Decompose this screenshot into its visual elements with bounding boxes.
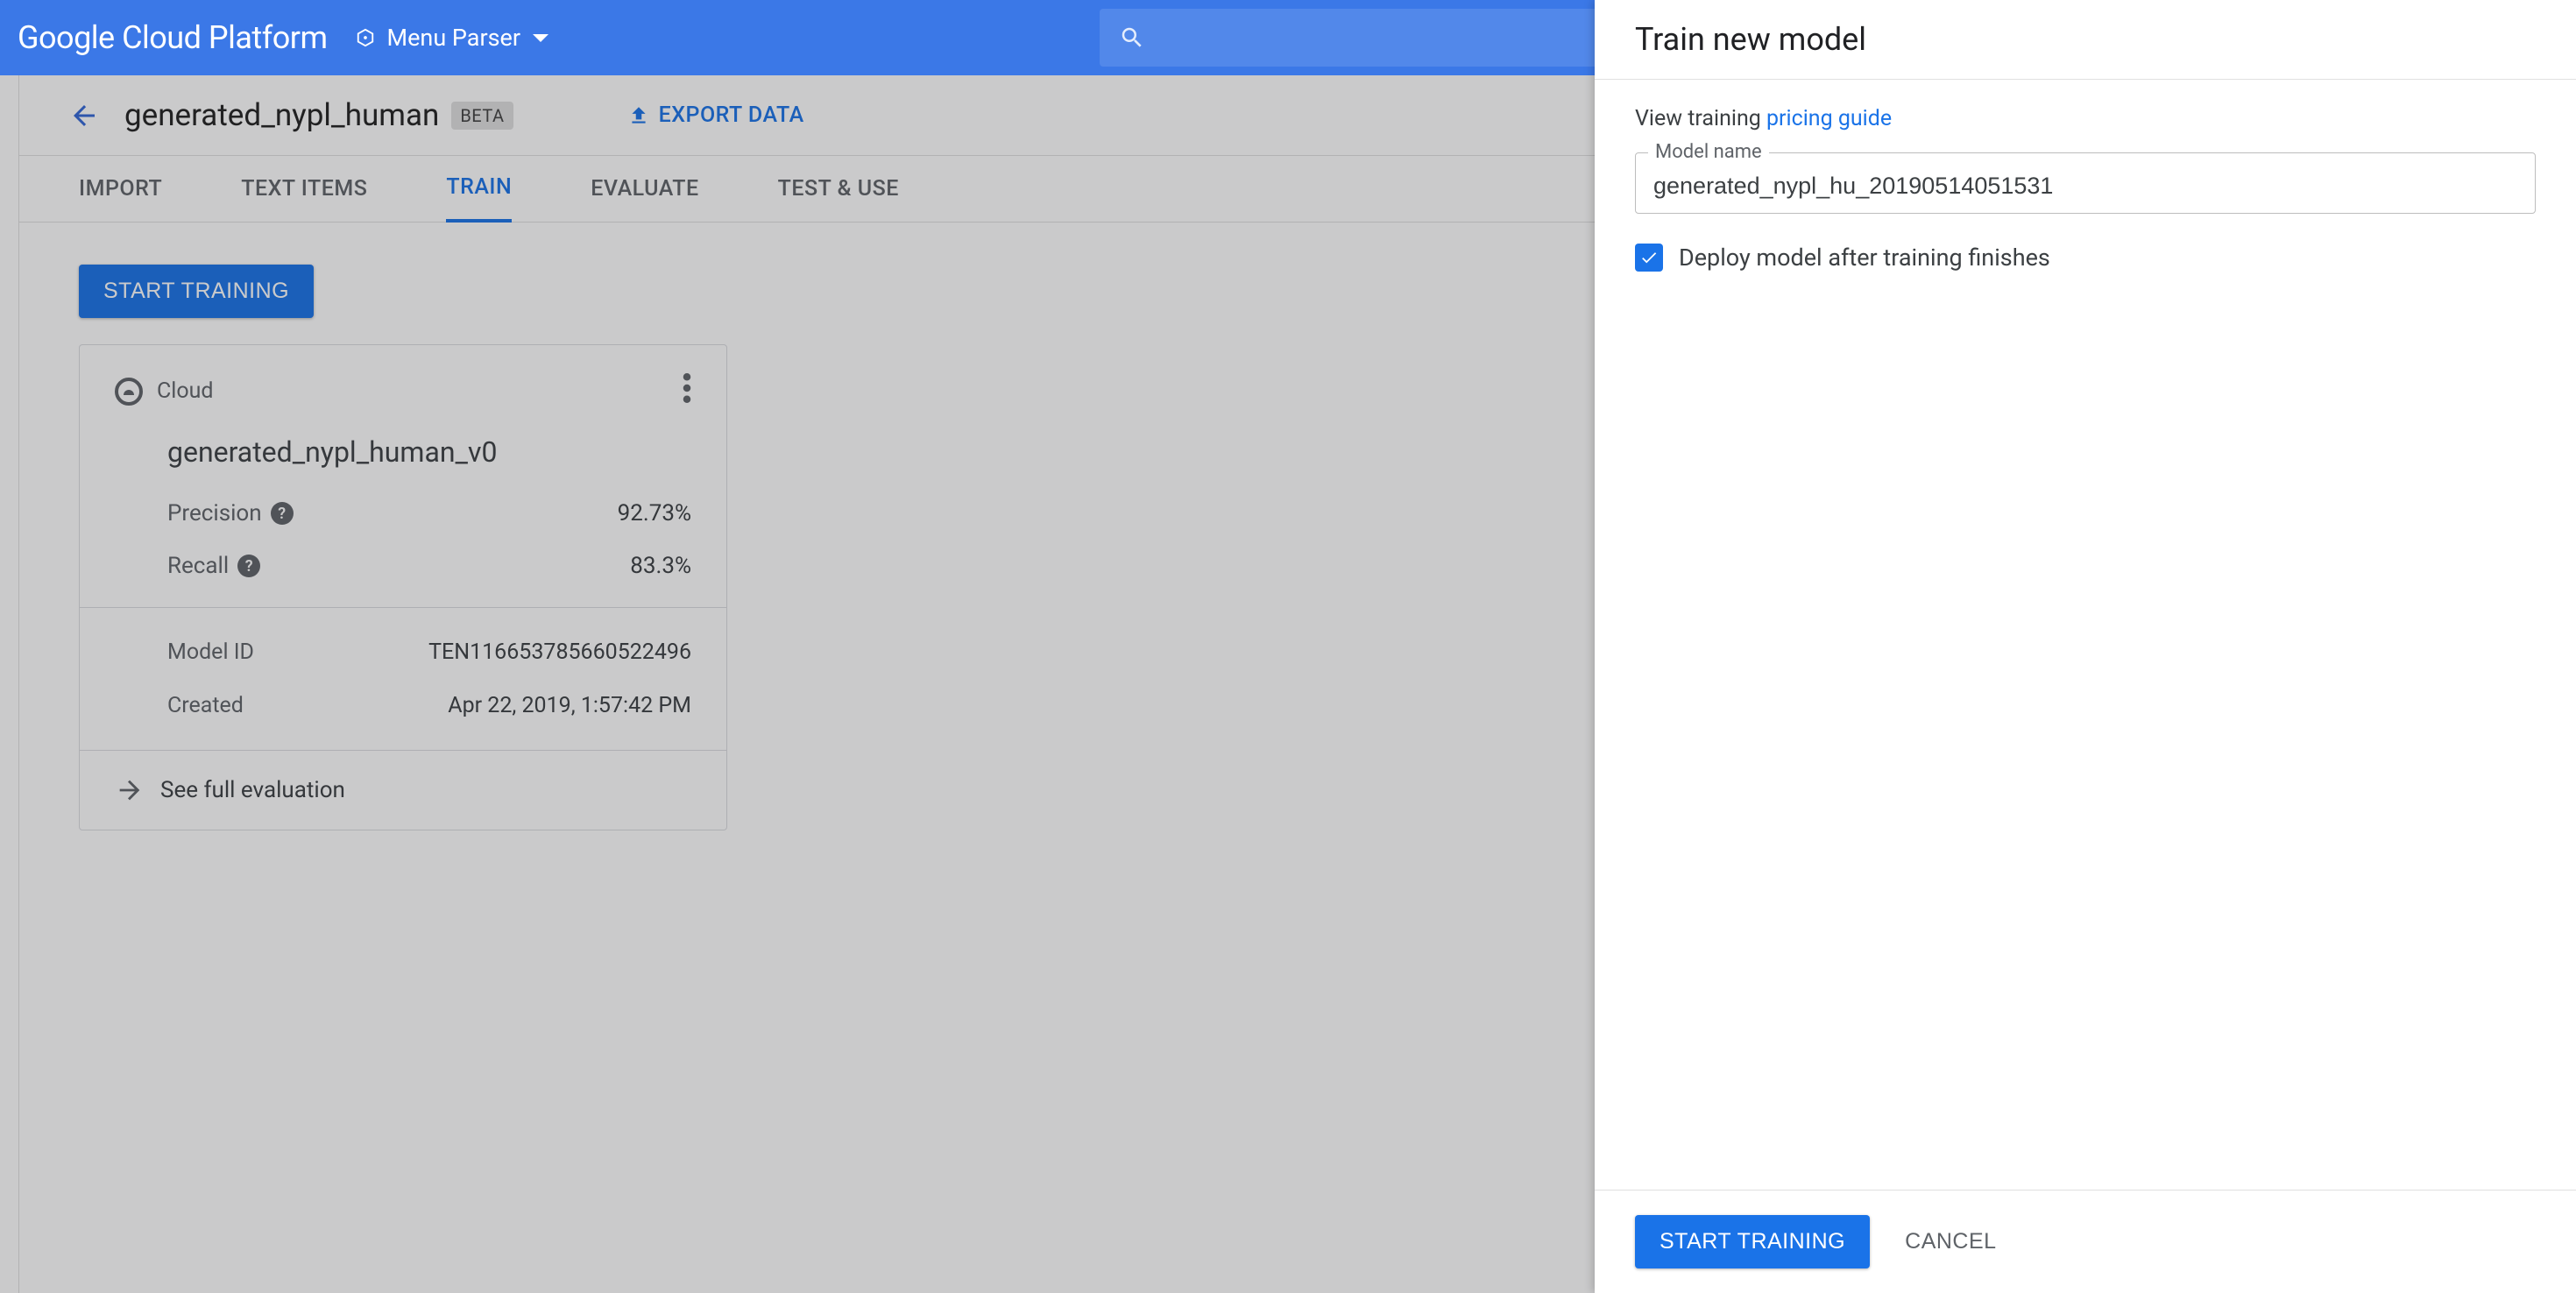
gcp-logo: Google Cloud Platform <box>18 19 328 56</box>
deploy-checkbox[interactable] <box>1635 244 1663 272</box>
project-selector[interactable]: Menu Parser <box>356 24 549 52</box>
dropdown-caret-icon <box>533 34 548 42</box>
model-name-field[interactable]: Model name <box>1635 152 2536 214</box>
search-icon <box>1119 25 1145 51</box>
panel-start-training-button[interactable]: START TRAINING <box>1635 1215 1870 1268</box>
pricing-line: View training pricing guide <box>1635 106 2536 131</box>
project-name: Menu Parser <box>387 24 521 52</box>
check-icon <box>1639 248 1659 267</box>
panel-title: Train new model <box>1595 0 2576 80</box>
model-name-input[interactable] <box>1653 159 2517 213</box>
pricing-guide-link[interactable]: pricing guide <box>1766 106 1892 131</box>
train-new-model-panel: Train new model View training pricing gu… <box>1595 0 2576 1293</box>
hexagon-icon <box>356 28 375 47</box>
model-name-field-label: Model name <box>1648 141 1769 163</box>
deploy-checkbox-label: Deploy model after training finishes <box>1679 244 2050 272</box>
panel-cancel-button[interactable]: CANCEL <box>1905 1229 1996 1254</box>
deploy-checkbox-row: Deploy model after training finishes <box>1635 244 2536 272</box>
panel-actions: START TRAINING CANCEL <box>1595 1190 2576 1293</box>
search-input-area[interactable] <box>1100 9 1608 67</box>
